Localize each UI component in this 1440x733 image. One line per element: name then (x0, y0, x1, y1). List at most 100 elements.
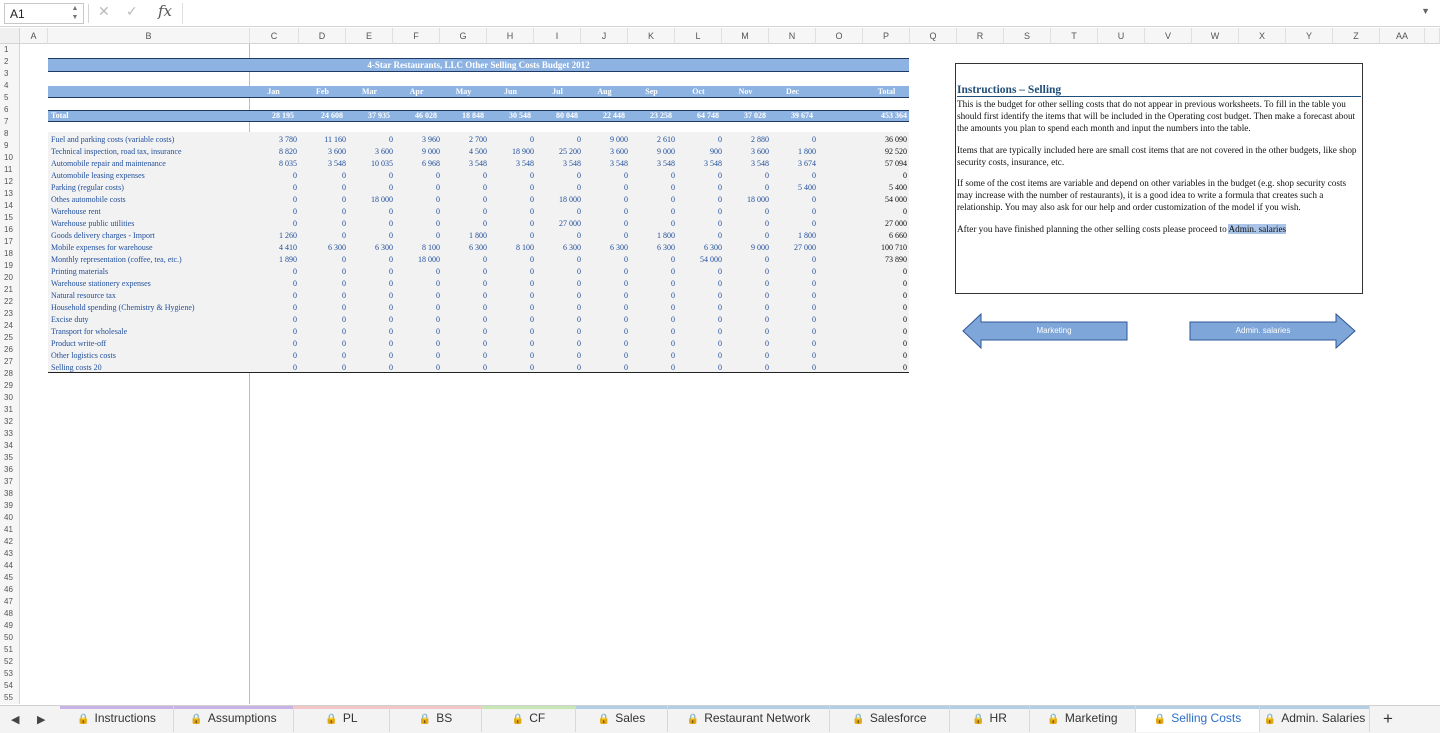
table-cell[interactable]: 0 (393, 302, 440, 314)
cancel-icon[interactable]: ✕ (98, 4, 110, 20)
row-header-3[interactable]: 3 (0, 68, 20, 80)
table-cell[interactable]: 0 (346, 170, 393, 182)
month-header-feb[interactable]: Feb (299, 86, 346, 98)
table-cell[interactable]: 0 (346, 254, 393, 266)
table-cell[interactable]: 9 000 (722, 242, 769, 254)
table-cell[interactable]: 3 548 (440, 158, 487, 170)
table-cell[interactable]: 0 (393, 338, 440, 350)
row-label[interactable]: Othes automobile costs (51, 194, 126, 206)
table-cell[interactable]: 18 000 (722, 194, 769, 206)
column-header-aa[interactable]: AA (1380, 28, 1425, 44)
month-header-jun[interactable]: Jun (487, 86, 534, 98)
table-cell[interactable]: 1 800 (628, 230, 675, 242)
table-cell[interactable]: 0 (299, 326, 346, 338)
table-cell[interactable]: 3 548 (675, 158, 722, 170)
table-cell[interactable]: 8 035 (250, 158, 297, 170)
table-cell[interactable]: 0 (393, 218, 440, 230)
table-cell[interactable]: 0 (440, 254, 487, 266)
table-cell[interactable]: 0 (346, 302, 393, 314)
row-total-cell[interactable]: 0 (863, 290, 907, 302)
table-cell[interactable]: 0 (440, 290, 487, 302)
row-total-cell[interactable]: 54 000 (863, 194, 907, 206)
row-header-10[interactable]: 10 (0, 152, 20, 164)
table-cell[interactable]: 0 (393, 278, 440, 290)
table-cell[interactable]: 0 (769, 134, 816, 146)
table-cell[interactable]: 0 (299, 266, 346, 278)
table-cell[interactable]: 0 (722, 254, 769, 266)
table-cell[interactable]: 0 (487, 290, 534, 302)
table-cell[interactable]: 0 (440, 278, 487, 290)
table-cell[interactable]: 0 (769, 350, 816, 362)
row-total-cell[interactable]: 5 400 (863, 182, 907, 194)
row-header-28[interactable]: 28 (0, 368, 20, 380)
row-label[interactable]: Natural resource tax (51, 290, 116, 302)
grand-total-cell[interactable]: 453 364 (863, 110, 907, 122)
row-header-31[interactable]: 31 (0, 404, 20, 416)
row-total-cell[interactable]: 0 (863, 314, 907, 326)
table-cell[interactable]: 0 (769, 218, 816, 230)
table-cell[interactable]: 0 (487, 278, 534, 290)
table-cell[interactable]: 18 000 (346, 194, 393, 206)
table-cell[interactable]: 0 (534, 170, 581, 182)
table-cell[interactable]: 0 (393, 326, 440, 338)
sheet-tab-selling-costs[interactable]: 🔒 Selling Costs (1136, 706, 1260, 732)
table-cell[interactable]: 0 (628, 194, 675, 206)
table-cell[interactable]: 1 800 (769, 230, 816, 242)
table-cell[interactable]: 18 000 (534, 194, 581, 206)
function-icon[interactable]: fx (158, 2, 172, 20)
table-cell[interactable]: 3 674 (769, 158, 816, 170)
table-cell[interactable]: 0 (534, 326, 581, 338)
table-cell[interactable]: 2 610 (628, 134, 675, 146)
table-cell[interactable]: 0 (487, 338, 534, 350)
row-label[interactable]: Mobile expenses for warehouse (51, 242, 153, 254)
table-cell[interactable]: 6 300 (440, 242, 487, 254)
row-header-50[interactable]: 50 (0, 632, 20, 644)
table-cell[interactable]: 3 780 (250, 134, 297, 146)
table-cell[interactable]: 0 (393, 314, 440, 326)
table-cell[interactable]: 9 000 (581, 134, 628, 146)
column-header-q[interactable]: Q (910, 28, 957, 44)
month-header-oct[interactable]: Oct (675, 86, 722, 98)
table-cell[interactable]: 0 (393, 230, 440, 242)
table-cell[interactable]: 2 880 (722, 134, 769, 146)
table-cell[interactable]: 27 000 (534, 218, 581, 230)
row-header-11[interactable]: 11 (0, 164, 20, 176)
row-label[interactable]: Goods delivery charges - Import (51, 230, 155, 242)
table-cell[interactable]: 10 035 (346, 158, 393, 170)
column-header-a[interactable]: A (20, 28, 48, 44)
table-cell[interactable]: 0 (769, 302, 816, 314)
month-header-apr[interactable]: Apr (393, 86, 440, 98)
column-header-n[interactable]: N (769, 28, 816, 44)
table-cell[interactable]: 11 160 (299, 134, 346, 146)
column-header-b[interactable]: B (48, 28, 250, 44)
table-cell[interactable]: 0 (769, 170, 816, 182)
table-cell[interactable]: 0 (581, 206, 628, 218)
table-cell[interactable]: 0 (487, 302, 534, 314)
table-cell[interactable]: 3 548 (722, 158, 769, 170)
table-cell[interactable]: 9 000 (393, 146, 440, 158)
table-cell[interactable]: 54 000 (675, 254, 722, 266)
table-cell[interactable]: 0 (250, 338, 297, 350)
total-cell-dec[interactable]: 39 674 (769, 110, 813, 122)
table-cell[interactable]: 0 (581, 230, 628, 242)
table-cell[interactable]: 0 (628, 350, 675, 362)
row-header-13[interactable]: 13 (0, 188, 20, 200)
table-cell[interactable]: 6 300 (299, 242, 346, 254)
row-header-21[interactable]: 21 (0, 284, 20, 296)
row-label[interactable]: Fuel and parking costs (variable costs) (51, 134, 174, 146)
table-cell[interactable]: 0 (675, 170, 722, 182)
row-total-cell[interactable]: 27 000 (863, 218, 907, 230)
table-cell[interactable]: 0 (722, 302, 769, 314)
table-cell[interactable]: 0 (299, 338, 346, 350)
sheet-tab-sales[interactable]: 🔒 Sales (576, 706, 668, 732)
table-cell[interactable]: 0 (722, 266, 769, 278)
total-row-label[interactable]: Total (51, 110, 151, 122)
row-total-cell[interactable]: 6 660 (863, 230, 907, 242)
column-header-y[interactable]: Y (1286, 28, 1333, 44)
sheet-tab-cf[interactable]: 🔒 CF (482, 706, 576, 732)
column-header-t[interactable]: T (1051, 28, 1098, 44)
table-cell[interactable]: 0 (487, 230, 534, 242)
admin-salaries-link[interactable]: Admin. salaries (1228, 223, 1287, 234)
table-cell[interactable]: 0 (393, 206, 440, 218)
month-header-jan[interactable]: Jan (250, 86, 297, 98)
